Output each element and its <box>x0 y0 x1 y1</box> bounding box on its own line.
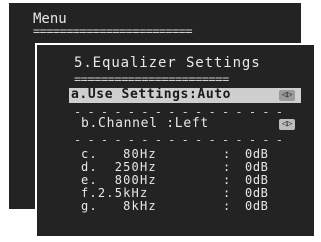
band-sep: : <box>223 199 231 213</box>
left-right-arrow-icon: ◁▷ <box>279 119 295 130</box>
band-label-80hz[interactable]: c. 80Hz <box>81 148 157 160</box>
band-label-800hz[interactable]: e. 800Hz <box>81 174 157 186</box>
band-value-8khz: 0dB <box>245 199 269 213</box>
menu-item-channel[interactable]: b.Channel :Left <box>81 117 209 131</box>
band-value-250hz: 0dB <box>245 160 269 174</box>
band-value-80hz: 0dB <box>245 147 269 161</box>
band-divider: - - - - - - - - - - - - - - - - <box>74 133 283 147</box>
title-divider: ======================= <box>74 72 229 86</box>
band-sep: : <box>223 160 231 174</box>
band-sep: : <box>223 186 231 200</box>
page-title: 5.Equalizer Settings <box>74 55 261 71</box>
band-value-2-5khz: 0dB <box>245 186 269 200</box>
band-label-8khz[interactable]: g. 8kHz <box>81 200 157 212</box>
item-divider: - - - - - - - - - - - - - - - - <box>74 105 283 119</box>
band-sep: : <box>223 173 231 187</box>
band-sep: : <box>223 147 231 161</box>
band-label-2-5khz[interactable]: f.2.5kHz <box>81 187 148 199</box>
equalizer-settings-screen: 5.Equalizer Settings ===================… <box>35 43 316 238</box>
menu-item-use-settings[interactable]: a.Use Settings:Auto <box>71 88 231 102</box>
band-label-250hz[interactable]: d. 250Hz <box>81 161 157 173</box>
band-value-800hz: 0dB <box>245 173 269 187</box>
menu-divider: ======================== <box>33 24 193 38</box>
left-right-arrow-icon: ◁▷ <box>279 90 295 101</box>
